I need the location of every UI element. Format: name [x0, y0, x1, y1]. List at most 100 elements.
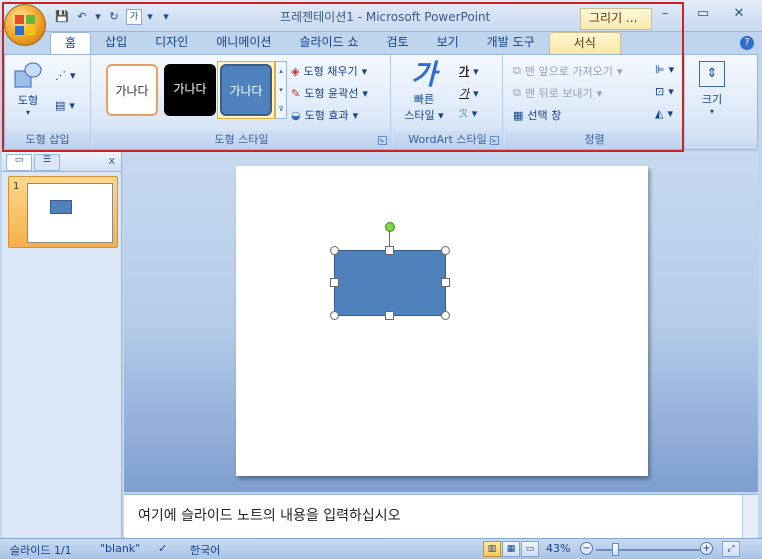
- notes-pane[interactable]: 여기에 슬라이드 노트의 내용을 입력하십시오: [124, 494, 758, 539]
- text-effects-button[interactable]: ℛ ▾: [459, 107, 477, 120]
- quick-access-toolbar: 💾 ↶ ▾ ↻ 가 ▾ ▾: [54, 7, 174, 27]
- shape-style-swatch[interactable]: 가나다: [103, 61, 161, 119]
- quick-styles-button[interactable]: 가 빠른 스타일 ▾: [399, 59, 449, 129]
- pane-tabs: ▭ ☰ x: [2, 152, 121, 172]
- edit-shape-button[interactable]: ⋰ ▾: [55, 69, 76, 82]
- align-button[interactable]: ⊫ ▾: [655, 63, 674, 76]
- group-arrange: ⧉ 맨 앞으로 가져오기 ▾ ⧉ 맨 뒤로 보내기 ▾ ▦ 선택 창 ⊫ ▾ ⊡ ▾ ◭…: [505, 55, 685, 149]
- bring-to-front-button[interactable]: ⧉ 맨 앞으로 가져오기 ▾: [513, 63, 622, 79]
- shape-outline-button[interactable]: ✎ 도형 윤곽선 ▾: [291, 85, 368, 101]
- status-bar: 슬라이드 1/1 "blank" ✓ 한국어 ▥ ▦ ▭ 43% − + ⤢: [0, 538, 762, 559]
- rotation-handle[interactable]: [385, 222, 395, 232]
- selection-pane-icon: ▦: [513, 108, 524, 122]
- group-label: WordArt 스타일: [393, 131, 502, 149]
- group-size: ⇕ 크기 ▾: [687, 55, 737, 149]
- window-title: 프레젠테이션1 - Microsoft PowerPoint: [280, 10, 491, 24]
- rotate-icon: ◭: [655, 107, 664, 120]
- redo-icon[interactable]: ↻: [106, 9, 122, 25]
- office-logo-icon: [15, 15, 35, 35]
- shape-fill-button[interactable]: ◈ 도형 채우기 ▾: [291, 63, 367, 79]
- resize-handle-right[interactable]: [441, 278, 450, 287]
- notes-scrollbar[interactable]: [742, 495, 758, 539]
- undo-dropdown-icon[interactable]: ▾: [94, 9, 102, 25]
- zoom-level[interactable]: 43%: [546, 542, 570, 555]
- office-button[interactable]: [4, 4, 46, 46]
- zoom-slider-thumb[interactable]: [612, 543, 619, 556]
- group-insert-shapes: 도형 ▾ ⋰ ▾ ▤ ▾ 도형 삽입: [5, 55, 91, 149]
- shape-style-swatch[interactable]: 가나다: [161, 61, 219, 119]
- group-wordart: 가 빠른 스타일 ▾ 가 ▾ 가 ▾ ℛ ▾ WordArt 스타일 ↘: [393, 55, 503, 149]
- zoom-out-button[interactable]: −: [580, 542, 593, 555]
- undo-icon[interactable]: ↶: [74, 9, 90, 25]
- resize-handle-top-right[interactable]: [441, 246, 450, 255]
- paint-bucket-icon: ◈: [291, 64, 300, 78]
- ribbon-minimize-icon[interactable]: –: [652, 6, 678, 24]
- group-shape-styles: 가나다 가나다 가나다 ▴ ▾ ⊽ ◈ 도형 채우기 ▾ ✎ 도형 윤곽선 ▾ ◒ 도형…: [93, 55, 391, 149]
- tab-developer[interactable]: 개발 도구: [473, 32, 549, 54]
- gallery-scroll[interactable]: ▴ ▾ ⊽: [275, 61, 287, 119]
- language-indicator[interactable]: 한국어: [190, 542, 220, 558]
- tab-slide-show[interactable]: 슬라이드 쇼: [285, 32, 372, 54]
- slide-editing-area: [124, 152, 758, 492]
- text-fill-icon: 가: [459, 65, 470, 78]
- resize-handle-left[interactable]: [330, 278, 339, 287]
- ribbon: 도형 ▾ ⋰ ▾ ▤ ▾ 도형 삽입 가나다 가나다 가나다 ▴ ▾ ⊽ ◈ 도형 채우…: [4, 54, 758, 150]
- tab-review[interactable]: 검토: [372, 32, 422, 54]
- resize-handle-bottom-left[interactable]: [330, 311, 339, 320]
- tab-home[interactable]: 홈: [50, 32, 92, 54]
- slide-canvas[interactable]: [236, 166, 648, 476]
- minimize-icon[interactable]: ▭: [690, 6, 716, 24]
- slide-number: 1: [13, 181, 20, 192]
- rotate-button[interactable]: ◭ ▾: [655, 107, 673, 120]
- spell-check-icon[interactable]: ✓: [158, 542, 167, 555]
- shape-style-swatch-selected[interactable]: 가나다: [217, 61, 275, 119]
- save-icon[interactable]: 💾: [54, 9, 70, 25]
- shape-effects-button[interactable]: ◒ 도형 효과 ▾: [291, 107, 358, 123]
- group-button[interactable]: ⊡ ▾: [655, 85, 674, 98]
- customize-quick-access-icon[interactable]: ▾: [158, 9, 174, 25]
- dialog-launcher-icon[interactable]: ↘: [378, 136, 387, 145]
- font-dropdown-icon[interactable]: ▾: [146, 9, 154, 25]
- close-pane-icon[interactable]: x: [108, 154, 115, 167]
- group-label: 도형 삽입: [5, 131, 90, 149]
- wordart-glyph-icon: 가: [411, 58, 437, 91]
- selection-pane-button[interactable]: ▦ 선택 창: [513, 107, 561, 123]
- slide-sorter-button[interactable]: ▦: [502, 541, 520, 557]
- resize-handle-bottom-right[interactable]: [441, 311, 450, 320]
- resize-handle-top-left[interactable]: [330, 246, 339, 255]
- dialog-launcher-icon[interactable]: ↘: [490, 136, 499, 145]
- outline-tab[interactable]: ☰: [34, 154, 60, 171]
- resize-handle-top[interactable]: [385, 246, 394, 255]
- slides-tab[interactable]: ▭: [6, 154, 32, 171]
- slide-count: 슬라이드 1/1: [10, 544, 72, 557]
- tab-design[interactable]: 디자인: [141, 32, 202, 54]
- zoom-in-button[interactable]: +: [700, 542, 713, 555]
- selected-rectangle-shape[interactable]: [334, 250, 446, 316]
- slide-thumbnail[interactable]: 1: [8, 176, 118, 248]
- slide-show-button[interactable]: ▭: [521, 541, 539, 557]
- text-outline-icon: 가: [459, 87, 470, 100]
- send-to-back-button[interactable]: ⧉ 맨 뒤로 보내기 ▾: [513, 85, 602, 101]
- theme-name: "blank": [100, 542, 141, 555]
- text-box-icon: ▤: [55, 99, 66, 112]
- font-icon[interactable]: 가: [126, 9, 142, 25]
- normal-view-button[interactable]: ▥: [483, 541, 501, 557]
- help-icon[interactable]: ?: [740, 36, 754, 50]
- text-box-button[interactable]: ▤ ▾: [55, 99, 75, 112]
- send-back-icon: ⧉: [513, 86, 521, 99]
- tab-view[interactable]: 보기: [423, 32, 473, 54]
- effects-icon: ◒: [291, 108, 301, 122]
- group-label: 정렬: [505, 131, 684, 149]
- text-fill-button[interactable]: 가 ▾: [459, 63, 479, 79]
- text-outline-button[interactable]: 가 ▾: [459, 85, 479, 101]
- thumbnail-rectangle: [50, 200, 72, 214]
- fit-to-window-button[interactable]: ⤢: [722, 541, 740, 557]
- tab-insert[interactable]: 삽입: [91, 32, 141, 54]
- shapes-button[interactable]: 도형 ▾: [11, 61, 45, 125]
- resize-handle-bottom[interactable]: [385, 311, 394, 320]
- close-icon[interactable]: ✕: [726, 6, 752, 24]
- tab-format[interactable]: 서식: [548, 32, 621, 54]
- shapes-icon: [14, 62, 42, 88]
- size-button[interactable]: ⇕ 크기 ▾: [695, 61, 729, 127]
- tab-animations[interactable]: 애니메이션: [202, 32, 285, 54]
